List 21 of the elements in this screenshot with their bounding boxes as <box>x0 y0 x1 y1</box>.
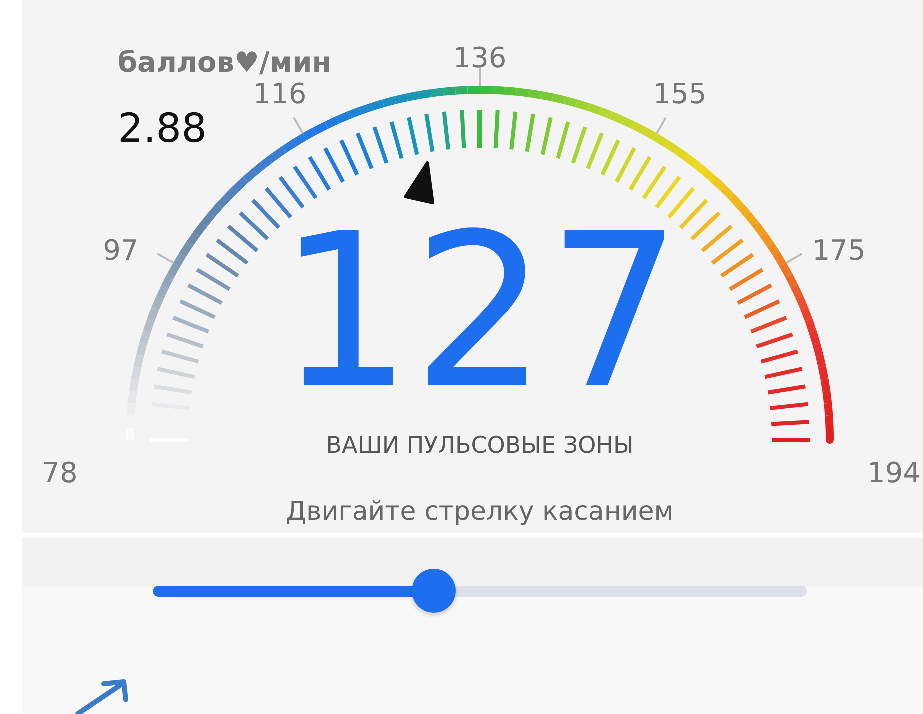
hint-text: Двигайте стрелку касанием <box>286 497 674 527</box>
scale-label: 116 <box>253 77 307 110</box>
arrow-icon <box>74 678 130 714</box>
leader-line <box>656 117 667 134</box>
zones-title: ВАШИ ПУЛЬСОВЫЕ ЗОНЫ <box>326 433 634 459</box>
scale-label: 78 <box>42 456 78 490</box>
unit-label: баллов♥/мин <box>118 46 332 79</box>
scale-label: 175 <box>812 234 866 268</box>
slider-thumb[interactable] <box>412 569 456 613</box>
heart-rate-value: 127 <box>278 188 682 435</box>
scale-label: 136 <box>453 42 507 75</box>
scale-label: 194 <box>868 456 921 490</box>
pointer-icon[interactable] <box>404 161 435 204</box>
leader-line <box>479 68 481 86</box>
rate-value: 2.88 <box>118 106 208 152</box>
slider-track[interactable] <box>153 586 807 597</box>
leader-line <box>157 253 174 264</box>
scale-label: 155 <box>653 77 707 110</box>
leader-line <box>786 253 803 264</box>
scale-label: 97 <box>103 234 139 268</box>
leader-line <box>293 117 304 134</box>
